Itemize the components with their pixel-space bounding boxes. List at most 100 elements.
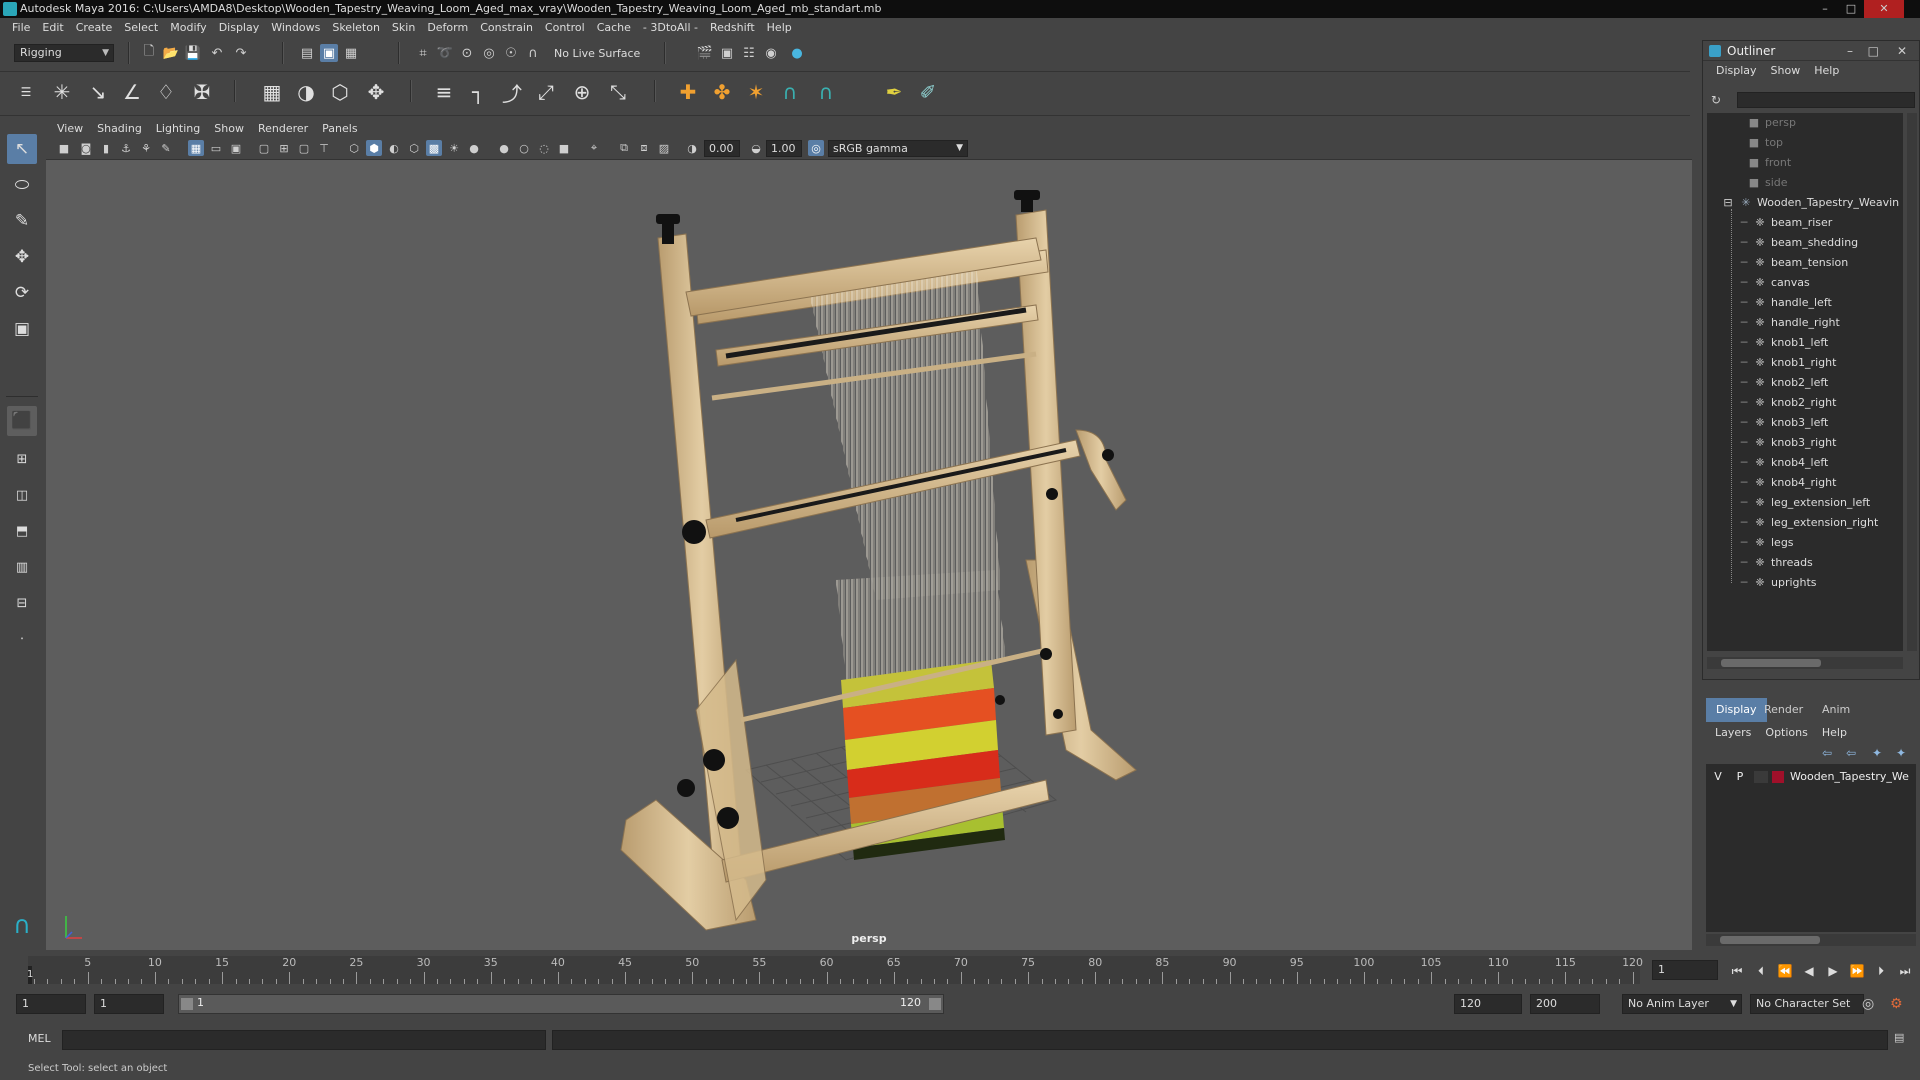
menu-modify[interactable]: Modify (164, 21, 212, 34)
layer-tab-anim[interactable]: Anim (1812, 698, 1860, 722)
wire-icon[interactable]: ✥ (362, 78, 390, 106)
snap-magnet-icon[interactable]: ∩ (524, 44, 542, 62)
orient-joint-icon[interactable]: ✠ (188, 78, 216, 106)
outliner-item-handle_right[interactable]: ─ ❈ handle_right (1739, 313, 1840, 333)
new-layer-selected-icon[interactable]: ✦ (1872, 746, 1882, 760)
copy-weights-icon[interactable]: ⤢ (532, 78, 560, 106)
menu-file[interactable]: File (6, 21, 36, 34)
persp-outliner-layout-icon[interactable]: ◫ (7, 480, 37, 510)
step-forward-frame-icon[interactable]: ⏵ (1872, 962, 1890, 980)
view-transform-dropdown[interactable]: sRGB gamma ▼ (828, 140, 968, 157)
outliner-item-beam_riser[interactable]: ─ ❈ beam_riser (1739, 213, 1833, 233)
viewport-menu-show[interactable]: Show (207, 122, 251, 135)
undo-icon[interactable]: ↶ (208, 44, 226, 62)
field-chart-icon[interactable]: ⊞ (276, 140, 292, 156)
perspective-viewport[interactable]: persp (46, 160, 1692, 950)
outliner-vscrollbar[interactable] (1907, 113, 1917, 651)
animation-preferences-icon[interactable]: ⚙ (1890, 996, 1903, 1012)
outliner-layout-icon[interactable]: ⊟ (7, 588, 37, 618)
outliner-item-knob2_right[interactable]: ─ ❈ knob2_right (1739, 393, 1837, 413)
layer-visibility-toggle[interactable]: V (1710, 768, 1726, 786)
layer-tab-render[interactable]: Render (1754, 698, 1813, 722)
exposure-field[interactable]: 0.00 (704, 140, 740, 157)
layer-color-swatch[interactable] (1772, 771, 1784, 783)
outliner-camera-front[interactable]: ■ front (1747, 153, 1791, 173)
outliner-item-leg_extension_right[interactable]: ─ ❈ leg_extension_right (1739, 513, 1879, 533)
layer-menu-layers[interactable]: Layers (1708, 724, 1758, 742)
render-frame-icon[interactable]: 🎬 (696, 44, 714, 62)
render-settings-icon[interactable]: ☷ (740, 44, 758, 62)
animation-end-field[interactable]: 200 (1530, 994, 1600, 1014)
redo-icon[interactable]: ↷ (232, 44, 250, 62)
safe-action-icon[interactable]: ▢ (296, 140, 312, 156)
live-surface-label[interactable]: No Live Surface (554, 47, 640, 60)
minimize-icon[interactable]: – (1812, 0, 1838, 18)
outliner-item-legs[interactable]: ─ ❈ legs (1739, 533, 1794, 553)
xray-joints-icon[interactable]: ⧈ (636, 140, 652, 156)
menu-deform[interactable]: Deform (421, 21, 474, 34)
image-plane-icon[interactable]: ⚓ (118, 140, 134, 156)
command-input[interactable] (62, 1030, 546, 1050)
outliner-item-knob2_left[interactable]: ─ ❈ knob2_left (1739, 373, 1829, 393)
play-backwards-icon[interactable]: ◀ (1800, 962, 1818, 980)
layer-row[interactable]: V P Wooden_Tapestry_We (1706, 768, 1916, 786)
outliner-item-handle_left[interactable]: ─ ❈ handle_left (1739, 293, 1832, 313)
aim-constraint-icon[interactable]: ✶ (742, 78, 770, 106)
outliner-item-knob1_left[interactable]: ─ ❈ knob1_left (1739, 333, 1829, 353)
hypershade-layout-icon[interactable]: ▥ (7, 552, 37, 582)
lattice-icon[interactable]: ▦ (258, 78, 286, 106)
locator-icon[interactable]: ✚ (674, 78, 702, 106)
color-management-icon[interactable]: ◎ (808, 140, 824, 156)
current-frame-field[interactable]: 1 (1652, 960, 1718, 980)
open-scene-icon[interactable]: 📂 (162, 44, 180, 62)
scale-tool-icon[interactable]: ▣ (7, 314, 37, 344)
anti-aliasing-icon[interactable]: ◌ (536, 140, 552, 156)
select-camera-icon[interactable]: ■ (56, 140, 72, 156)
shelf-options-icon[interactable]: ☰ (12, 78, 40, 106)
anim-layer-dropdown[interactable]: No Anim Layer ▼ (1622, 994, 1742, 1014)
outliner-item-knob1_right[interactable]: ─ ❈ knob1_right (1739, 353, 1837, 373)
textured-icon[interactable]: ▩ (426, 140, 442, 156)
outliner-item-threads[interactable]: ─ ❈ threads (1739, 553, 1813, 573)
menu-skeleton[interactable]: Skeleton (326, 21, 386, 34)
maximize-icon[interactable]: □ (1838, 0, 1864, 18)
outliner-refresh-icon[interactable]: ↻ (1711, 93, 1721, 107)
script-editor-icon[interactable]: ▤ (1894, 1031, 1904, 1044)
outliner-menu-show[interactable]: Show (1764, 64, 1808, 77)
ik-handle-icon[interactable]: ↘ (84, 78, 112, 106)
outliner-close-icon[interactable]: ✕ (1897, 41, 1907, 61)
two-d-pan-icon[interactable]: ⚘ (138, 140, 154, 156)
layer-display-type[interactable] (1754, 771, 1768, 783)
wireframe-on-shaded-icon[interactable]: ⬡ (406, 140, 422, 156)
exposure-icon[interactable]: ◑ (684, 140, 700, 156)
human-ik-icon[interactable]: ∩ (776, 78, 804, 106)
lasso-tool-icon[interactable]: ⬭ (7, 170, 37, 200)
move-layer-down-icon[interactable]: ⇦ (1846, 746, 1856, 760)
menu-display[interactable]: Display (213, 21, 266, 34)
gamma-field[interactable]: 1.00 (766, 140, 802, 157)
outliner-maximize-icon[interactable]: □ (1868, 41, 1879, 61)
outliner-search-input[interactable] (1737, 92, 1915, 108)
menu-windows[interactable]: Windows (265, 21, 326, 34)
save-scene-icon[interactable]: 💾 (184, 44, 202, 62)
menu-create[interactable]: Create (70, 21, 119, 34)
select-by-hierarchy-icon[interactable]: ▤ (298, 44, 316, 62)
command-language-label[interactable]: MEL (28, 1032, 51, 1045)
viewport-menu-lighting[interactable]: Lighting (149, 122, 207, 135)
time-slider[interactable]: 5 10 15 20 25 30 35 40 45 50 55 60 65 70 75 80 85 90 95 100… (0, 952, 1920, 986)
shadows-icon[interactable]: ● (466, 140, 482, 156)
viewport-menu-panels[interactable]: Panels (315, 122, 364, 135)
layer-menu-options[interactable]: Options (1758, 724, 1814, 742)
select-by-component-icon[interactable]: ▦ (342, 44, 360, 62)
outliner-menu-help[interactable]: Help (1807, 64, 1846, 77)
outliner-menu-display[interactable]: Display (1709, 64, 1764, 77)
character-controls-icon[interactable]: ∩ (812, 78, 840, 106)
hypershade-icon[interactable]: ◉ (762, 44, 780, 62)
render-view-icon[interactable]: ● (788, 44, 806, 62)
snap-surface-icon[interactable]: ☉ (502, 44, 520, 62)
persp-graph-layout-icon[interactable]: ⬒ (7, 516, 37, 546)
bind-skin-icon[interactable]: ≡ (430, 78, 458, 106)
paint-weights-icon[interactable]: ⤴ (498, 78, 526, 106)
range-end-handle[interactable] (929, 998, 941, 1010)
step-forward-key-icon[interactable]: ⏩ (1848, 962, 1866, 980)
